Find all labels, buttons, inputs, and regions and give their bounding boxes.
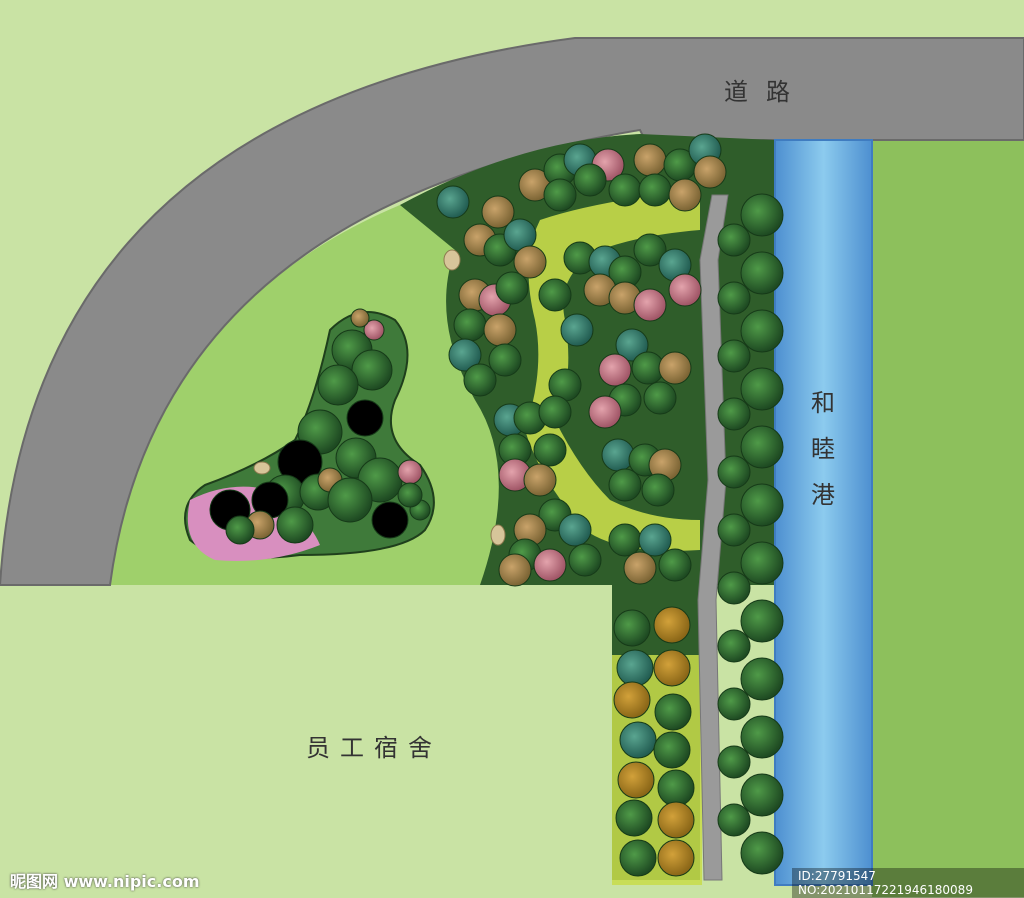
tree-canopy [615,799,653,837]
tree-canopy [608,523,642,557]
tree-canopy [740,715,784,759]
tree-canopy [643,381,677,415]
tree-canopy [346,399,384,437]
tree-canopy [668,273,702,307]
tree-canopy [717,513,751,547]
tree-canopy [436,185,470,219]
tree-canopy [613,609,651,647]
tree-canopy [453,308,487,342]
tree-canopy [623,551,657,585]
tree-canopy [317,364,359,406]
tree-canopy [573,163,607,197]
tree-canopy [717,339,751,373]
tree-canopy [657,839,695,877]
tree-canopy [617,761,655,799]
tree-canopy [608,173,642,207]
tree-canopy [633,288,667,322]
tree-canopy [717,745,751,779]
tree-canopy [350,308,370,328]
east-bank-lawn [872,140,1024,897]
tree-canopy [523,463,557,497]
tree-canopy [633,143,667,177]
tree-canopy [641,473,675,507]
tree-canopy [495,271,529,305]
tree-canopy [717,223,751,257]
tree-canopy [225,515,255,545]
road-label: 道路 [724,78,808,106]
tree-canopy [483,313,517,347]
tree-canopy [616,649,654,687]
tree-canopy [668,178,702,212]
tree-canopy [717,281,751,315]
tree-canopy [498,553,532,587]
tree-canopy [653,731,691,769]
tree-canopy [543,178,577,212]
tree-canopy [740,309,784,353]
river-label-char: 和 [811,389,835,417]
river-label-char: 港 [811,481,835,509]
tree-canopy [740,193,784,237]
tree-canopy [657,769,695,807]
site-plan-map [0,0,1024,897]
tree-canopy [533,433,567,467]
tree-canopy [693,155,727,189]
tree-canopy [740,831,784,875]
tree-canopy [619,721,657,759]
tree-canopy [657,801,695,839]
tree-canopy [327,477,373,523]
river-label-char: 睦 [811,435,835,463]
rock [253,461,271,475]
tree-canopy [717,629,751,663]
tree-canopy [653,649,691,687]
tree-canopy [740,599,784,643]
rock [490,524,506,546]
tree-canopy [619,839,657,877]
tree-canopy [638,173,672,207]
tree-canopy [488,343,522,377]
tree-canopy [588,395,622,429]
tree-canopy [717,397,751,431]
dormitory-label: 员工宿舍 [306,734,442,762]
tree-canopy [717,571,751,605]
tree-canopy [538,278,572,312]
tree-canopy [601,438,635,472]
tree-canopy [658,351,692,385]
tree-canopy [717,687,751,721]
tree-canopy [560,313,594,347]
tree-canopy [371,501,409,539]
tree-canopy [568,543,602,577]
tree-canopy [654,693,692,731]
tree-canopy [276,506,314,544]
rock [443,249,461,271]
image-id-watermark: ID:27791547 NO:20210117221946180089 [792,868,1024,898]
tree-canopy [658,548,692,582]
tree-canopy [717,455,751,489]
tree-canopy [397,459,423,485]
landscape-plan: 道路 员工宿舍 和 睦 港 昵图网 www.nipic.com ID:27791… [0,0,1024,898]
tree-canopy [533,548,567,582]
site-watermark: 昵图网 www.nipic.com [10,872,200,891]
tree-canopy [558,513,592,547]
tree-canopy [653,606,691,644]
tree-canopy [740,773,784,817]
tree-canopy [740,425,784,469]
tree-canopy [740,251,784,295]
tree-canopy [740,367,784,411]
tree-canopy [740,483,784,527]
tree-canopy [613,681,651,719]
tree-canopy [538,395,572,429]
tree-canopy [740,657,784,701]
tree-canopy [598,353,632,387]
tree-canopy [717,803,751,837]
tree-canopy [608,468,642,502]
tree-canopy [740,541,784,585]
tree-canopy [397,482,423,508]
river-label: 和 睦 港 [808,380,838,518]
